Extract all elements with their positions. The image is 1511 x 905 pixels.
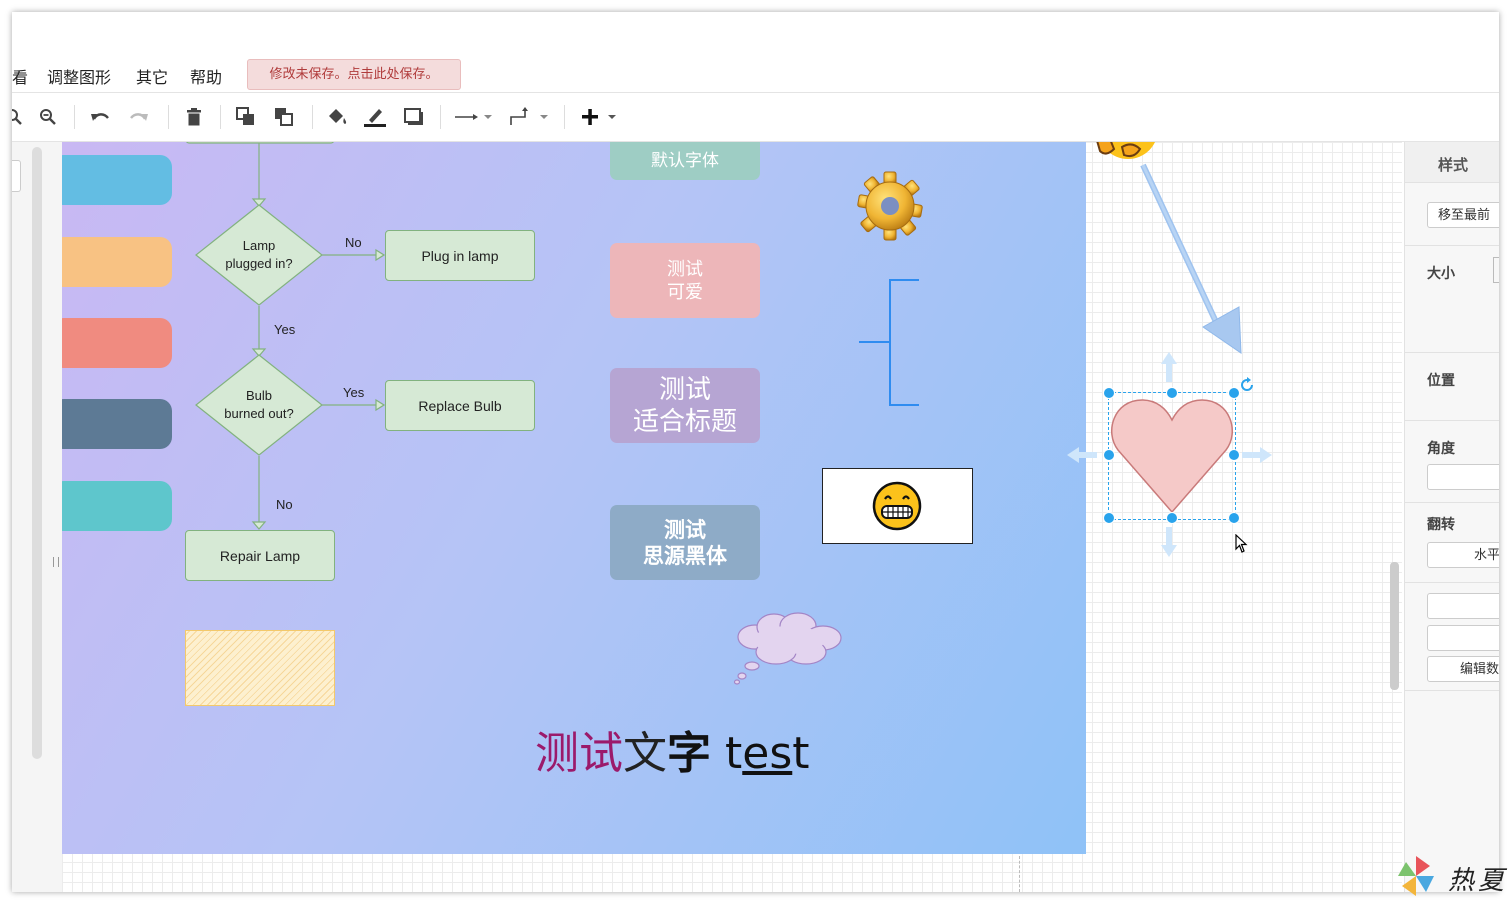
menu-help[interactable]: 帮助: [190, 64, 222, 88]
edge-label-yes: Yes: [274, 322, 296, 337]
shapes-panel: [12, 142, 63, 892]
resize-handle-nw[interactable]: [1103, 387, 1115, 399]
clone-arrow-left-icon[interactable]: [1067, 445, 1097, 465]
clone-arrow-down-icon[interactable]: [1159, 527, 1179, 557]
flip-horizontal-button[interactable]: 水平: [1427, 542, 1499, 568]
tab-style[interactable]: 样式: [1405, 142, 1499, 183]
shapes-panel-scrollbar[interactable]: [32, 147, 42, 759]
resize-handle-e[interactable]: [1228, 449, 1240, 461]
waypoint-icon[interactable]: [508, 93, 552, 141]
process-repair-lamp[interactable]: Repair Lamp: [185, 530, 335, 581]
thought-cloud-shape[interactable]: [732, 602, 850, 686]
card-cute-font[interactable]: 测试 可爱: [610, 243, 760, 318]
hatched-rectangle[interactable]: [185, 630, 335, 706]
menu-arrange[interactable]: 调整图形: [47, 64, 111, 88]
process-replace-bulb[interactable]: Replace Bulb: [385, 380, 535, 431]
menu-bar: 看 调整图形 其它 帮助 修改未保存。点击此处保存。: [12, 56, 1499, 93]
resize-handle-w[interactable]: [1103, 449, 1115, 461]
edge-label-no: No: [345, 235, 362, 250]
grinning-face-icon: [872, 481, 922, 531]
resize-handle-sw[interactable]: [1103, 512, 1115, 524]
clone-arrow-right-icon[interactable]: [1242, 445, 1272, 465]
panel-button-blank-2[interactable]: [1427, 625, 1499, 651]
panel-button-blank-1[interactable]: [1427, 593, 1499, 619]
resize-handle-n[interactable]: [1166, 387, 1178, 399]
card-title-font[interactable]: 测试 适合标题: [610, 368, 760, 443]
mouse-cursor-icon: [1235, 534, 1248, 553]
splitter-handle[interactable]: [53, 557, 59, 567]
menu-extras[interactable]: 其它: [136, 64, 168, 88]
connection-icon[interactable]: [452, 93, 496, 141]
watermark: 热夏: [1396, 852, 1511, 902]
toolbar: [12, 93, 1499, 142]
edge-label-yes: Yes: [343, 385, 365, 400]
page-break-line: [1019, 856, 1020, 892]
search-field-stub[interactable]: [12, 160, 21, 192]
to-front-icon[interactable]: [234, 93, 258, 141]
app-window: 看 调整图形 其它 帮助 修改未保存。点击此处保存。 Lamp plugged …: [12, 12, 1499, 892]
canvas-scrollbar[interactable]: [1390, 562, 1399, 690]
rich-text-sample[interactable]: 测试文字 test: [535, 728, 810, 780]
zoom-in-icon[interactable]: [12, 93, 24, 141]
blue-arrow-shape[interactable]: [1127, 157, 1247, 357]
gear-icon[interactable]: [857, 167, 923, 245]
heart-shape[interactable]: [1110, 394, 1234, 518]
to-back-icon[interactable]: [272, 93, 296, 141]
watermark-text: 热夏: [1448, 866, 1509, 896]
card-default-font[interactable]: 默认字体: [610, 142, 760, 180]
diagram-page: Lamp plugged in? Bulb burned out? No Yes Y…: [62, 142, 1086, 854]
fill-color-icon[interactable]: [324, 93, 350, 141]
shadow-icon[interactable]: [402, 93, 426, 141]
bracket-shape[interactable]: [857, 277, 927, 409]
rotate-icon[interactable]: [1239, 377, 1255, 393]
pinwheel-logo-icon: [1398, 856, 1434, 896]
diagram-canvas[interactable]: Lamp plugged in? Bulb burned out? No Yes Y…: [62, 142, 1402, 892]
size-field-stub[interactable]: [1493, 257, 1499, 283]
edit-data-button[interactable]: 编辑数据: [1427, 656, 1499, 682]
angle-label: 角度: [1427, 441, 1455, 457]
delete-icon[interactable]: [182, 93, 206, 141]
flip-label: 翻转: [1427, 517, 1455, 533]
resize-handle-s[interactable]: [1166, 512, 1178, 524]
emoji-box[interactable]: [822, 468, 973, 544]
decision2-label: Bulb burned out?: [224, 388, 294, 421]
unsaved-changes-notice[interactable]: 修改未保存。点击此处保存。: [247, 59, 461, 90]
redo-icon[interactable]: [127, 93, 151, 141]
line-color-icon[interactable]: [362, 93, 388, 141]
position-label: 位置: [1427, 373, 1455, 389]
process-plug-in-lamp[interactable]: Plug in lamp: [385, 230, 535, 281]
size-label: 大小: [1427, 266, 1455, 282]
format-panel: 样式 移至最前 大小 位置 角度 翻转 水平 编辑数据: [1404, 142, 1499, 892]
undo-icon[interactable]: [88, 93, 112, 141]
to-front-button[interactable]: 移至最前: [1427, 202, 1499, 228]
zoom-out-icon[interactable]: [36, 93, 60, 141]
menu-view[interactable]: 看: [12, 64, 28, 88]
resize-handle-se[interactable]: [1228, 512, 1240, 524]
edge-label-no: No: [276, 497, 293, 512]
card-heiti-font[interactable]: 测试 思源黑体: [610, 505, 760, 580]
insert-icon[interactable]: [578, 93, 622, 141]
decision1-label: Lamp plugged in?: [225, 238, 293, 271]
clone-arrow-up-icon[interactable]: [1159, 352, 1179, 382]
tab-style-label: 样式: [1438, 156, 1469, 174]
angle-input[interactable]: [1427, 464, 1499, 490]
